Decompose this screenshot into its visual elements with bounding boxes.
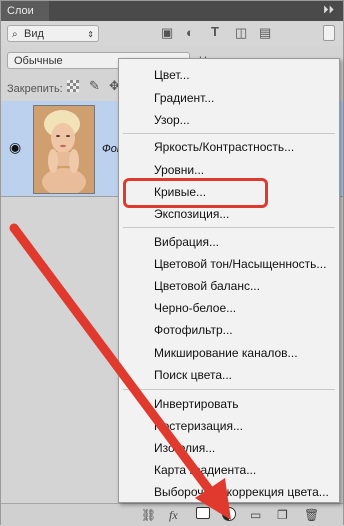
- annotation-arrow: [9, 223, 231, 520]
